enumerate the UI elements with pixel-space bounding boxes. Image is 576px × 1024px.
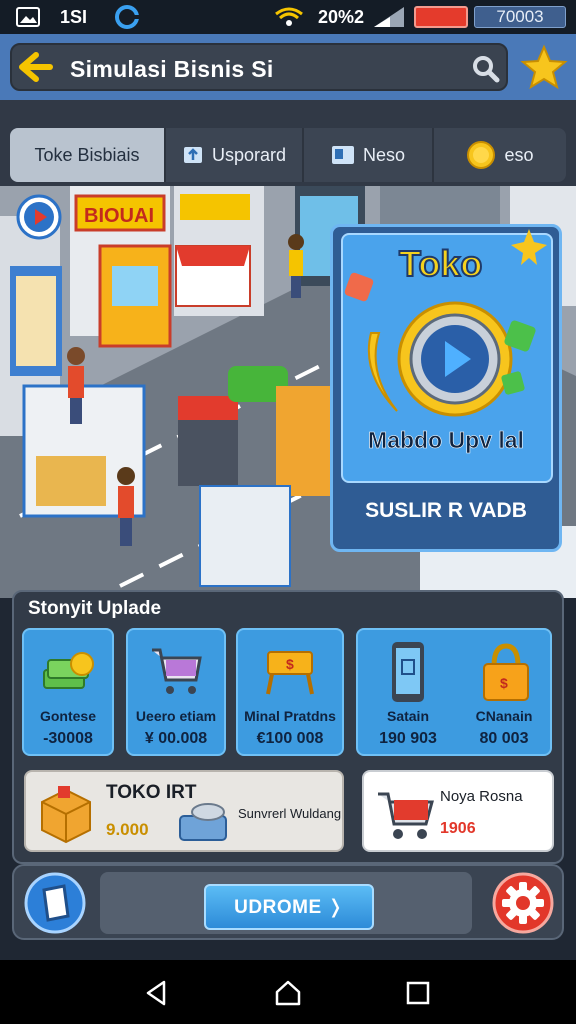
video-play-icon[interactable] [16, 194, 62, 240]
upgrade-card-3-label: Minal Pratdns [244, 708, 336, 724]
search-icon[interactable] [472, 55, 500, 83]
lock-bag-icon: $ [483, 643, 529, 701]
panel-title: Stonyit Uplade [28, 598, 162, 619]
tab-upgrade[interactable]: Usporard [166, 128, 304, 182]
shop-item-toko[interactable]: TOKO IRT 9.000 Sunvrerl Wuldang [24, 770, 344, 852]
page-title: Simulasi Bisnis Si [70, 56, 274, 82]
upgrade-slot: UDROME ❭ [100, 872, 472, 934]
news-icon [331, 146, 354, 164]
cart-icon [152, 648, 202, 694]
register-machine-icon [179, 803, 227, 841]
upgrade-card-1-value: -30008 [43, 730, 93, 747]
upgrade-icon [183, 147, 202, 163]
shop-item-toko-caption: Sunvrerl Wuldang [238, 806, 342, 821]
signal-icon [374, 7, 404, 27]
upgrade-card-2-label: Ueero etiam [135, 708, 217, 724]
header: Simulasi Bisnis Si [0, 34, 576, 100]
tab-news-label: Neso [362, 144, 406, 165]
nav-home-icon[interactable] [274, 980, 302, 1006]
svg-text:$: $ [286, 656, 294, 672]
bottom-bar: UDROME ❭ [12, 864, 564, 940]
sparkle-star-icon [511, 229, 547, 265]
upgrade-card-4[interactable]: $ Satain 190 903 CNanain 80 003 [356, 628, 552, 756]
stall-icon: $ [266, 651, 314, 695]
upgrade-card-4-value: 190 903 [379, 730, 437, 747]
shop-item-toko-price: 9.000 [106, 820, 149, 839]
upgrade-button[interactable]: UDROME ❭ [204, 884, 374, 930]
upgrade-card-3-value: €100 008 [256, 730, 324, 747]
shop-item-noya[interactable]: Noya Rosna 1906 [362, 770, 554, 852]
svg-text:BIOUAI: BIOUAI [84, 205, 154, 227]
upgrades-panel: Stonyit Uplade Gontese -30008 Ueero etia… [12, 590, 564, 864]
cash-icon [43, 652, 94, 689]
upgrade-card-2[interactable]: Ueero etiam ¥ 00.008 [126, 628, 226, 756]
tabs-area: Toke Bisbiais Usporard Neso eso [0, 100, 576, 186]
upgrade-card-1[interactable]: Gontese -30008 [22, 628, 114, 756]
package-box-icon [41, 786, 91, 844]
nav-recents-icon[interactable] [406, 981, 430, 1005]
book-shop-icon[interactable] [24, 872, 86, 934]
upgrade-card-3[interactable]: $ Minal Pratdns €100 008 [236, 628, 344, 756]
upgrade-card-2-value: ¥ 00.008 [144, 730, 208, 747]
shop-item-noya-price: 1906 [440, 820, 476, 837]
battery-icon [414, 6, 468, 28]
shop-item-noya-title: Noya Rosna [440, 788, 523, 805]
battery-percent: 20%2 [318, 7, 365, 27]
coin-icon [467, 141, 496, 169]
promo-title: Toko [398, 242, 483, 285]
browser-icon [115, 5, 139, 29]
shopping-cart-icon [378, 792, 434, 839]
tab-store[interactable]: Toke Bisbiais [10, 128, 166, 182]
sparkle-gem-icon [344, 272, 374, 302]
upgrade-card-5-label: CNanain [475, 708, 533, 724]
promo-play-emblem-icon [367, 301, 536, 417]
currency-counter: 70003 [474, 6, 566, 28]
upgrade-card-4-label: Satain [386, 708, 429, 724]
status-time: 1SI [60, 7, 88, 27]
svg-text:$: $ [500, 675, 508, 691]
wifi-icon [275, 7, 303, 26]
upgrade-card-1-label: Gontese [39, 708, 96, 724]
tab-upgrade-label: Usporard [211, 144, 287, 165]
system-nav-bar [0, 960, 576, 1024]
tab-coins[interactable]: eso [434, 128, 566, 182]
gallery-icon [16, 7, 40, 27]
status-bar: 1SI 20%2 70003 [0, 0, 576, 34]
favorite-star-icon[interactable] [518, 43, 570, 91]
back-arrow-icon[interactable] [18, 51, 54, 83]
settings-gear-icon[interactable] [492, 872, 554, 934]
promo-footer: SUSLIR R VADB [365, 499, 527, 522]
tab-coins-label: eso [504, 144, 534, 165]
nav-back-icon[interactable] [144, 980, 168, 1006]
promo-card[interactable]: Toko Mabdo Upv lal SUSLIR R VADB [330, 224, 562, 552]
game-scene[interactable]: BIOUAI Toko Mabdo Upv lal SUSLIR R VADB [0, 186, 576, 598]
tab-store-label: Toke Bisbiais [34, 144, 140, 165]
promo-subtitle: Mabdo Upv lal [368, 427, 525, 454]
upgrade-card-5-value: 80 003 [479, 730, 529, 747]
title-bar: Simulasi Bisnis Si [10, 43, 508, 91]
tab-news[interactable]: Neso [304, 128, 434, 182]
phone-icon [392, 642, 424, 702]
tab-bar: Toke Bisbiais Usporard Neso eso [10, 128, 566, 182]
